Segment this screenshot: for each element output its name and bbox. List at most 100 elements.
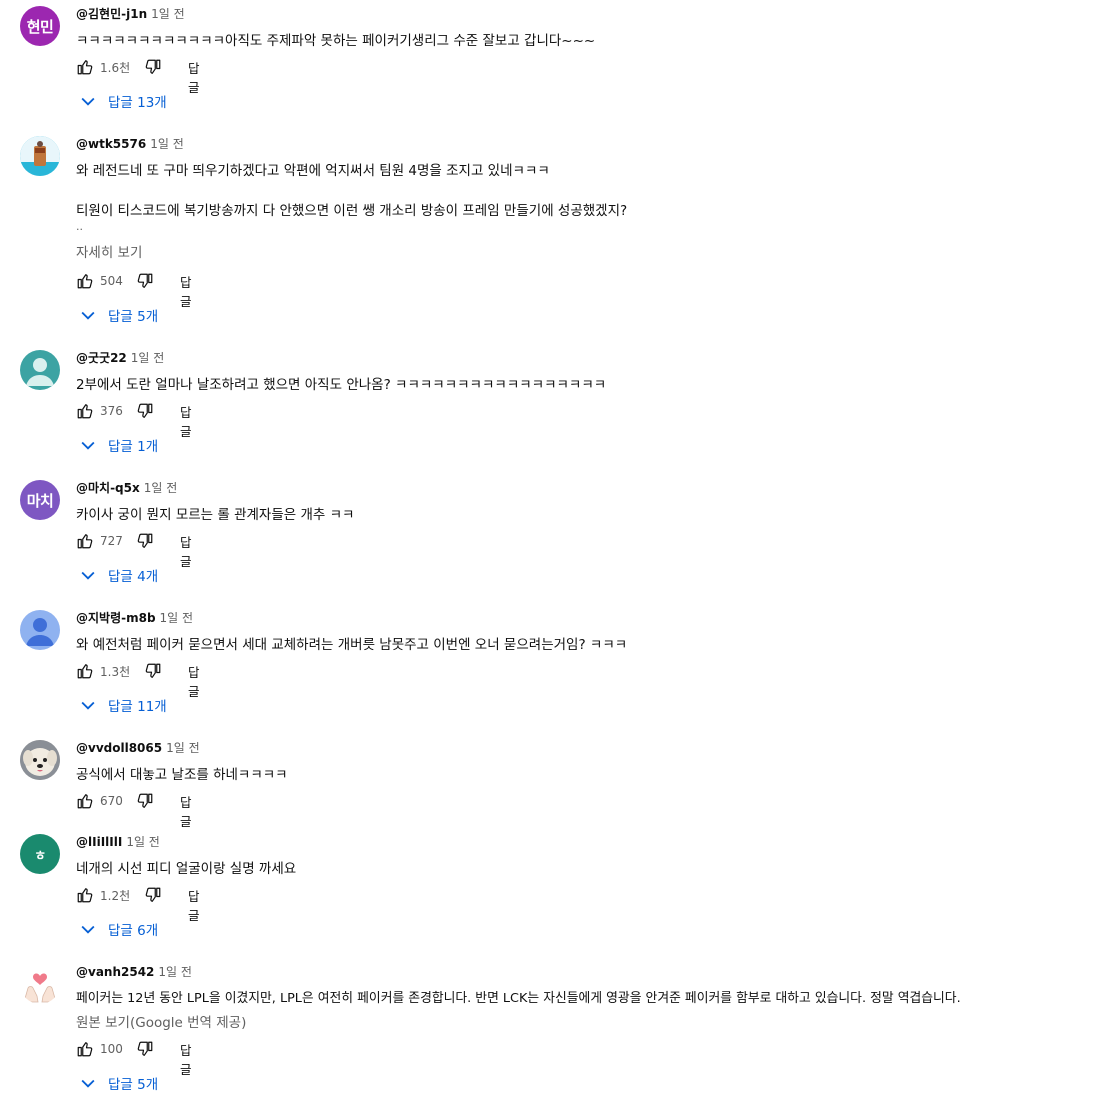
view-replies-button[interactable]: 답글 5개 xyxy=(76,303,158,327)
thumbs-up-icon[interactable] xyxy=(76,1040,94,1058)
view-replies-button[interactable]: 답글 11개 xyxy=(76,693,167,717)
read-more-button[interactable]: 자세히 보기 xyxy=(76,241,142,261)
default-person-icon xyxy=(26,618,54,646)
avatar[interactable]: 현민 xyxy=(20,6,60,46)
avatar[interactable] xyxy=(20,610,60,650)
replies-count-label: 답글 6개 xyxy=(108,923,159,939)
comment-text: 페이커는 12년 동안 LPL을 이겼지만, LPL은 여전히 페이커를 존경합… xyxy=(76,991,961,1006)
view-replies-button[interactable]: 답글 13개 xyxy=(76,89,167,113)
like-count: 504 xyxy=(100,274,123,288)
comment-actions: 1.2천 답글 xyxy=(76,884,200,923)
reply-button[interactable]: 답글 xyxy=(180,792,192,830)
thumbs-down-icon[interactable] xyxy=(136,532,154,550)
like-count: 727 xyxy=(100,534,123,548)
view-replies-button[interactable]: 답글 4개 xyxy=(76,563,158,587)
like-count: 376 xyxy=(100,404,123,418)
comment-thread: @vanh2542 1일 전 페이커는 12년 동안 LPL을 이겼지만, LPL… xyxy=(0,958,1093,1103)
truncation-ellipsis: .. xyxy=(76,220,83,233)
comment-thread: @굿굿22 1일 전 2부에서 도란 얼마나 날조하려고 했으면 아직도 안나옴?… xyxy=(0,344,1093,464)
comment-header: @굿굿22 1일 전 xyxy=(76,349,164,366)
thumbs-up-icon[interactable] xyxy=(76,272,94,290)
avatar[interactable]: 마치 xyxy=(20,480,60,520)
reply-button[interactable]: 답글 xyxy=(188,886,200,924)
chevron-down-icon xyxy=(81,1079,95,1088)
see-original-button[interactable]: 원본 보기(Google 번역 제공) xyxy=(76,1011,246,1031)
thumbs-up-icon[interactable] xyxy=(76,402,94,420)
thumbs-up-icon[interactable] xyxy=(76,58,94,76)
comment-time[interactable]: 1일 전 xyxy=(166,741,200,755)
author-name[interactable]: @지박령-m8b xyxy=(76,611,156,625)
comment-text: 카이사 궁이 뭔지 모르는 롤 관계자들은 개추 ㅋㅋ xyxy=(76,507,355,523)
comment-actions: 670 답글 xyxy=(76,790,192,829)
comment-actions: 100 답글 xyxy=(76,1038,192,1077)
avatar-initials: 현민 xyxy=(26,17,54,36)
comment-thread: 현민 @김현민-j1n 1일 전 ㅋㅋㅋㅋㅋㅋㅋㅋㅋㅋㅋㅋ아직도 주제파악 못하는… xyxy=(0,0,1093,120)
comment-time[interactable]: 1일 전 xyxy=(144,481,178,495)
comment-text: ㅋㅋㅋㅋㅋㅋㅋㅋㅋㅋㅋㅋ아직도 주제파악 못하는 페이커기생리그 수준 잘보고 … xyxy=(76,33,596,49)
author-name[interactable]: @마치-q5x xyxy=(76,481,140,495)
reply-button[interactable]: 답글 xyxy=(188,662,200,700)
avatar-image xyxy=(20,964,60,1004)
author-name[interactable]: @굿굿22 xyxy=(76,351,127,365)
avatar[interactable] xyxy=(20,136,60,176)
reply-button[interactable]: 답글 xyxy=(188,58,200,96)
reply-button[interactable]: 답글 xyxy=(180,272,192,310)
comment-text: 공식에서 대놓고 날조를 하네ㅋㅋㅋㅋ xyxy=(76,767,288,783)
author-name[interactable]: @vanh2542 xyxy=(76,965,154,979)
chevron-down-icon xyxy=(81,441,95,450)
view-replies-button[interactable]: 답글 1개 xyxy=(76,433,158,457)
default-person-icon xyxy=(26,358,54,386)
comment-thread: @지박령-m8b 1일 전 와 예전처럼 페이커 묻으면서 세대 교체하려는 개버… xyxy=(0,604,1093,724)
comment-time[interactable]: 1일 전 xyxy=(160,611,194,625)
thumbs-down-icon[interactable] xyxy=(136,1040,154,1058)
author-name[interactable]: @lIiIlIlI xyxy=(76,835,122,849)
comment-time[interactable]: 1일 전 xyxy=(151,7,185,21)
avatar-initials: 마치 xyxy=(26,491,54,510)
avatar[interactable] xyxy=(20,350,60,390)
thumbs-up-icon[interactable] xyxy=(76,532,94,550)
comment-actions: 1.3천 답글 xyxy=(76,660,200,699)
thumbs-up-icon[interactable] xyxy=(76,886,94,904)
thumbs-down-icon[interactable] xyxy=(136,792,154,810)
thumbs-up-icon[interactable] xyxy=(76,662,94,680)
comment-thread: ㅎ @lIiIlIlI 1일 전 네개의 시선 피디 얼굴이랑 실명 까세요 1.… xyxy=(0,828,1093,948)
comment-time[interactable]: 1일 전 xyxy=(158,965,192,979)
comment-header: @lIiIlIlI 1일 전 xyxy=(76,833,160,850)
thumbs-down-icon[interactable] xyxy=(144,58,162,76)
comment-text-line: 와 레전드네 또 구마 띄우기하겠다고 악편에 억지써서 팀원 4명을 조지고 … xyxy=(76,163,550,179)
comment-header: @지박령-m8b 1일 전 xyxy=(76,609,193,626)
comment-text: 와 예전처럼 페이커 묻으면서 세대 교체하려는 개버릇 남못주고 이번엔 오너… xyxy=(76,637,628,653)
avatar[interactable]: ㅎ xyxy=(20,834,60,874)
like-count: 1.2천 xyxy=(100,888,131,903)
reply-button[interactable]: 답글 xyxy=(180,532,192,570)
comment-header: @vvdoll8065 1일 전 xyxy=(76,739,200,756)
replies-count-label: 답글 1개 xyxy=(108,439,159,455)
thumbs-down-icon[interactable] xyxy=(136,272,154,290)
chevron-down-icon xyxy=(81,925,95,934)
author-name[interactable]: @김현민-j1n xyxy=(76,7,147,21)
comment-header: @김현민-j1n 1일 전 xyxy=(76,5,185,22)
author-name[interactable]: @vvdoll8065 xyxy=(76,741,162,755)
avatar-initials: ㅎ xyxy=(34,848,46,864)
reply-button[interactable]: 답글 xyxy=(180,402,192,440)
comment-time[interactable]: 1일 전 xyxy=(131,351,165,365)
avatar[interactable] xyxy=(20,964,60,1004)
comment-header: @wtk5576 1일 전 xyxy=(76,135,184,152)
thumbs-down-icon[interactable] xyxy=(144,886,162,904)
view-replies-button[interactable]: 답글 5개 xyxy=(76,1071,158,1095)
thumbs-down-icon[interactable] xyxy=(144,662,162,680)
comment-time[interactable]: 1일 전 xyxy=(126,835,160,849)
reply-button[interactable]: 답글 xyxy=(180,1040,192,1078)
author-name[interactable]: @wtk5576 xyxy=(76,137,146,151)
comment-time[interactable]: 1일 전 xyxy=(150,137,184,151)
avatar[interactable] xyxy=(20,740,60,780)
thumbs-up-icon[interactable] xyxy=(76,792,94,810)
comment-thread: @vvdoll8065 1일 전 공식에서 대놓고 날조를 하네ㅋㅋㅋㅋ 670 … xyxy=(0,734,1093,829)
comment-text: 네개의 시선 피디 얼굴이랑 실명 까세요 xyxy=(76,861,297,877)
thumbs-down-icon[interactable] xyxy=(136,402,154,420)
comment-actions: 504 답글 xyxy=(76,270,192,309)
comments-section: 현민 @김현민-j1n 1일 전 ㅋㅋㅋㅋㅋㅋㅋㅋㅋㅋㅋㅋ아직도 주제파악 못하는… xyxy=(0,0,1093,1106)
comment-header: @vanh2542 1일 전 xyxy=(76,963,192,980)
view-replies-button[interactable]: 답글 6개 xyxy=(76,917,158,941)
avatar-image xyxy=(20,740,60,780)
